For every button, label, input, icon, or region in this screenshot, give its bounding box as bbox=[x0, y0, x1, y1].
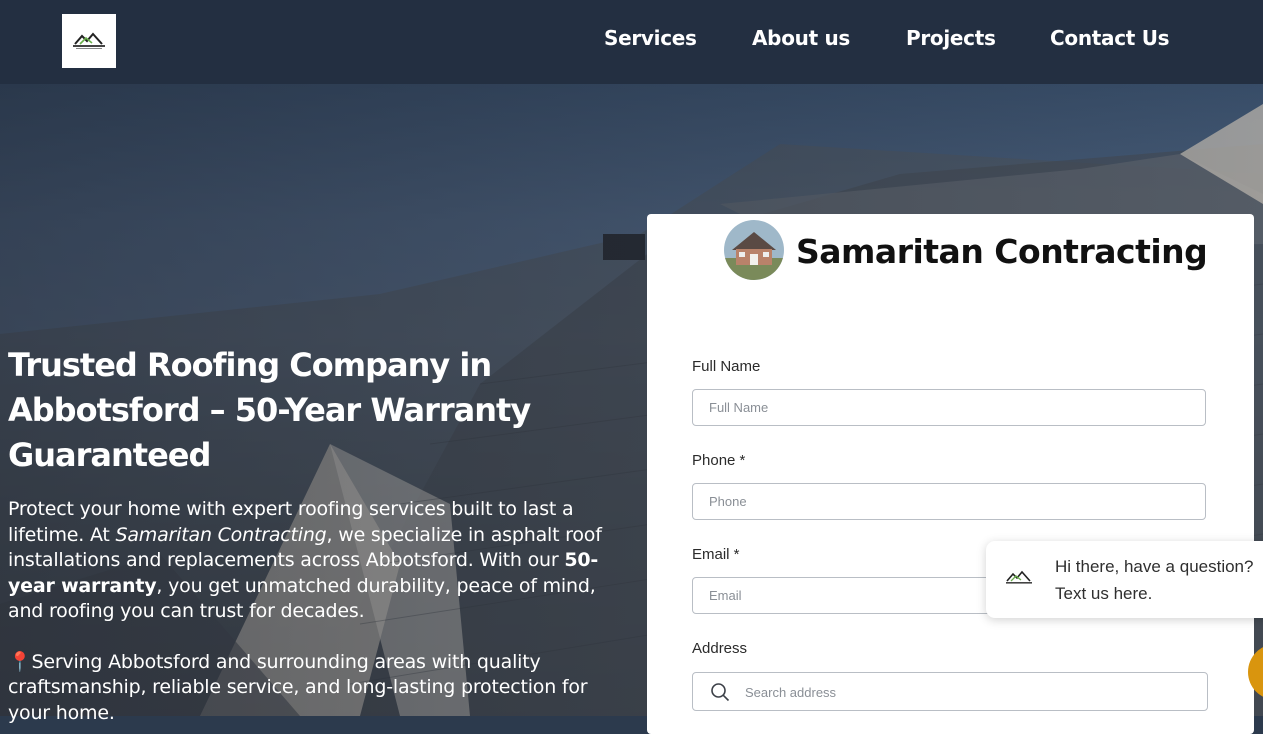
hero-paragraph-intro: Protect your home with expert roofing se… bbox=[8, 498, 602, 622]
phone-input[interactable] bbox=[692, 483, 1206, 520]
form-brand-name: Samaritan Contracting bbox=[796, 232, 1208, 271]
chat-message: Hi there, have a question? Text us here. bbox=[1055, 557, 1254, 603]
chat-logo-icon bbox=[1006, 570, 1032, 584]
nav-about-us[interactable]: About us bbox=[752, 26, 850, 50]
search-icon bbox=[711, 683, 730, 702]
location-pin-icon: 📍 bbox=[8, 650, 32, 673]
phone-label: Phone * bbox=[692, 452, 746, 469]
nav-projects[interactable]: Projects bbox=[906, 26, 996, 50]
hero-description: Protect your home with expert roofing se… bbox=[8, 497, 618, 726]
address-search-input[interactable] bbox=[743, 673, 1187, 712]
roof-logo-icon bbox=[73, 32, 105, 49]
house-photo-avatar bbox=[724, 220, 784, 280]
nav-services[interactable]: Services bbox=[604, 26, 697, 50]
address-label: Address bbox=[692, 640, 748, 657]
top-navbar: Services About us Projects Contact Us bbox=[0, 0, 1263, 84]
address-search-field[interactable] bbox=[692, 672, 1208, 712]
contact-form-card: Samaritan Contracting Full Name Phone * … bbox=[647, 214, 1254, 734]
nav-contact-us[interactable]: Contact Us bbox=[1050, 26, 1170, 50]
full-name-input[interactable] bbox=[692, 389, 1206, 426]
full-name-label: Full Name bbox=[692, 358, 761, 375]
chat-prompt-bubble[interactable]: Hi there, have a question? Text us here. bbox=[986, 541, 1263, 618]
hero-paragraph-service-area: 📍Serving Abbotsford and surrounding area… bbox=[8, 650, 588, 724]
hero-heading: Trusted Roofing Company in Abbotsford – … bbox=[8, 346, 531, 474]
company-logo[interactable] bbox=[62, 14, 116, 68]
email-label: Email * bbox=[692, 546, 740, 563]
company-name-italic: Samaritan Contracting bbox=[115, 523, 327, 546]
